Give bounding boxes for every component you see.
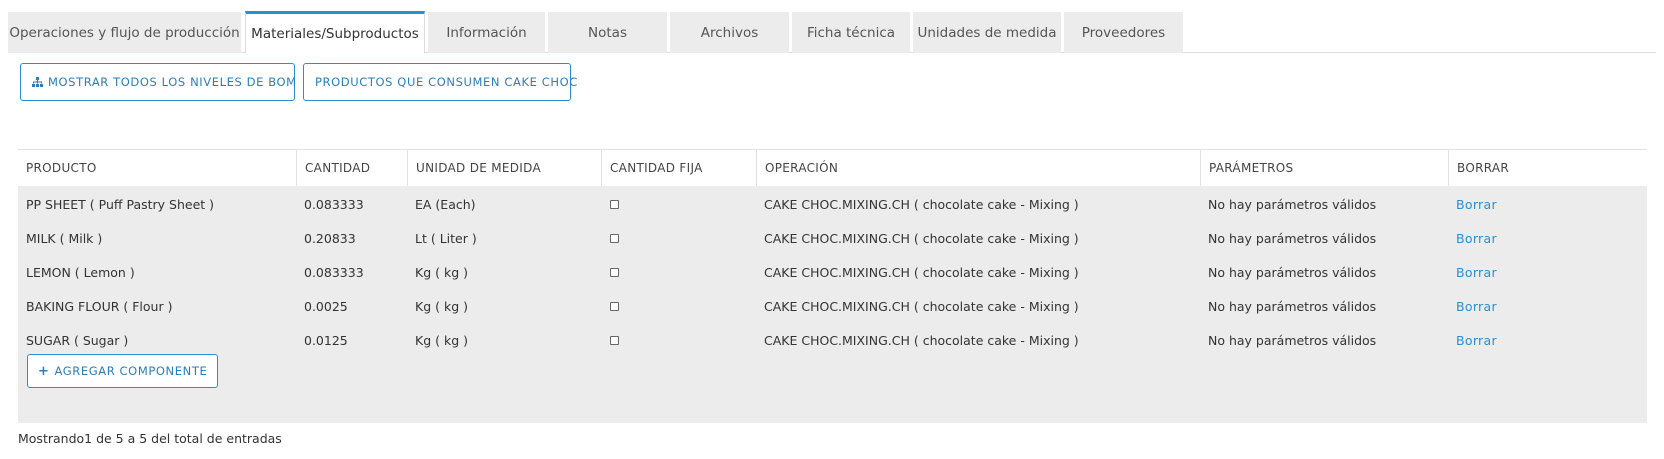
unidad-cell: EA (Each) bbox=[415, 196, 476, 212]
column-header-producto[interactable]: PRODUCTO bbox=[18, 150, 296, 186]
table-row: MILK ( Milk ) 0.20833 Lt ( Liter ) CAKE … bbox=[18, 220, 1647, 256]
add-component-button[interactable]: + AGREGAR COMPONENTE bbox=[27, 354, 219, 388]
tab-informacion[interactable]: Información bbox=[428, 12, 545, 53]
unidad-cell: Kg ( kg ) bbox=[415, 264, 468, 280]
unidad-cell: Kg ( kg ) bbox=[415, 298, 468, 314]
table-row: PP SHEET ( Puff Pastry Sheet ) 0.083333 … bbox=[18, 186, 1647, 222]
unidad-cell: Kg ( kg ) bbox=[415, 332, 468, 348]
consuming-products-button[interactable]: PRODUCTOS QUE CONSUMEN CAKE CHOC bbox=[303, 63, 577, 101]
tab-notas[interactable]: Notas bbox=[548, 12, 667, 53]
column-header-cantidad[interactable]: CANTIDAD bbox=[296, 150, 407, 186]
borrar-cell: Borrar bbox=[1448, 186, 1647, 222]
show-bom-levels-button[interactable]: MOSTRAR TODOS LOS NIVELES DE BOM bbox=[20, 63, 297, 101]
borrar-cell: Borrar bbox=[1448, 322, 1647, 358]
cantidad-fija-checkbox[interactable] bbox=[610, 233, 619, 243]
consuming-products-label: PRODUCTOS QUE CONSUMEN CAKE CHOC bbox=[315, 75, 578, 89]
cantidad-fija-checkbox[interactable] bbox=[610, 301, 619, 311]
cantidad-cell: 0.083333 bbox=[304, 264, 364, 280]
tab-materiales[interactable]: Materiales/Subproductos bbox=[245, 11, 425, 54]
cantidad-cell: 0.0125 bbox=[304, 332, 348, 348]
column-header-unidad[interactable]: UNIDAD DE MEDIDA bbox=[407, 150, 601, 186]
cantidad-fija-cell bbox=[601, 220, 756, 256]
table-body: PP SHEET ( Puff Pastry Sheet ) 0.083333 … bbox=[18, 186, 1647, 423]
cantidad-cell: 0.0025 bbox=[304, 298, 348, 314]
unidad-cell: Lt ( Liter ) bbox=[415, 230, 477, 246]
column-header-parametros[interactable]: PARÁMETROS bbox=[1200, 150, 1448, 186]
operacion-cell: CAKE CHOC.MIXING.CH ( chocolate cake - M… bbox=[764, 298, 1079, 314]
tab-operaciones[interactable]: Operaciones y flujo de producción bbox=[8, 12, 241, 53]
borrar-cell: Borrar bbox=[1448, 220, 1647, 256]
cantidad-fija-cell bbox=[601, 322, 756, 358]
show-bom-levels-label: MOSTRAR TODOS LOS NIVELES DE BOM bbox=[48, 75, 297, 89]
cantidad-cell: 0.20833 bbox=[304, 230, 356, 246]
tab-archivos[interactable]: Archivos bbox=[670, 12, 789, 53]
tab-unidades-de-medida[interactable]: Unidades de medida bbox=[913, 12, 1061, 53]
operacion-cell: CAKE CHOC.MIXING.CH ( chocolate cake - M… bbox=[764, 230, 1079, 246]
plus-icon: + bbox=[38, 363, 50, 379]
delete-link[interactable]: Borrar bbox=[1456, 333, 1497, 348]
operacion-cell: CAKE CHOC.MIXING.CH ( chocolate cake - M… bbox=[764, 332, 1079, 348]
operacion-cell: CAKE CHOC.MIXING.CH ( chocolate cake - M… bbox=[764, 196, 1079, 212]
components-table: PRODUCTO CANTIDAD UNIDAD DE MEDIDA CANTI… bbox=[18, 149, 1647, 423]
cantidad-fija-cell bbox=[601, 254, 756, 290]
delete-link[interactable]: Borrar bbox=[1456, 265, 1497, 280]
producto-cell: SUGAR ( Sugar ) bbox=[26, 332, 129, 348]
producto-cell: PP SHEET ( Puff Pastry Sheet ) bbox=[26, 196, 215, 212]
column-header-operacion[interactable]: OPERACIÓN bbox=[756, 150, 1200, 186]
table-info: Mostrando1 de 5 a 5 del total de entrada… bbox=[18, 431, 282, 446]
producto-cell: LEMON ( Lemon ) bbox=[26, 264, 135, 280]
parametros-cell: No hay parámetros válidos bbox=[1208, 332, 1377, 348]
parametros-cell: No hay parámetros válidos bbox=[1208, 196, 1377, 212]
table-row: LEMON ( Lemon ) 0.083333 Kg ( kg ) CAKE … bbox=[18, 254, 1647, 290]
column-header-borrar: BORRAR bbox=[1448, 150, 1647, 186]
producto-cell: MILK ( Milk ) bbox=[26, 230, 103, 246]
table-header: PRODUCTO CANTIDAD UNIDAD DE MEDIDA CANTI… bbox=[18, 149, 1647, 186]
parametros-cell: No hay parámetros válidos bbox=[1208, 230, 1377, 246]
cantidad-fija-checkbox[interactable] bbox=[610, 199, 619, 209]
tab-bar: Operaciones y flujo de producción Materi… bbox=[8, 11, 1656, 54]
parametros-cell: No hay parámetros válidos bbox=[1208, 264, 1377, 280]
table-row: BAKING FLOUR ( Flour ) 0.0025 Kg ( kg ) … bbox=[18, 288, 1647, 324]
cantidad-fija-cell bbox=[601, 186, 756, 222]
sitemap-icon bbox=[32, 77, 43, 87]
delete-link[interactable]: Borrar bbox=[1456, 299, 1497, 314]
operacion-cell: CAKE CHOC.MIXING.CH ( chocolate cake - M… bbox=[764, 264, 1079, 280]
tab-proveedores[interactable]: Proveedores bbox=[1064, 12, 1183, 53]
cantidad-cell: 0.083333 bbox=[304, 196, 364, 212]
borrar-cell: Borrar bbox=[1448, 288, 1647, 324]
cantidad-fija-checkbox[interactable] bbox=[610, 335, 619, 345]
borrar-cell: Borrar bbox=[1448, 254, 1647, 290]
delete-link[interactable]: Borrar bbox=[1456, 197, 1497, 212]
table-row: SUGAR ( Sugar ) 0.0125 Kg ( kg ) CAKE CH… bbox=[18, 322, 1647, 358]
producto-cell: BAKING FLOUR ( Flour ) bbox=[26, 298, 173, 314]
column-header-cantidad-fija[interactable]: CANTIDAD FIJA bbox=[601, 150, 756, 186]
delete-link[interactable]: Borrar bbox=[1456, 231, 1497, 246]
parametros-cell: No hay parámetros válidos bbox=[1208, 298, 1377, 314]
add-component-label: AGREGAR COMPONENTE bbox=[54, 364, 208, 378]
cantidad-fija-cell bbox=[601, 288, 756, 324]
cantidad-fija-checkbox[interactable] bbox=[610, 267, 619, 277]
tab-ficha-tecnica[interactable]: Ficha técnica bbox=[792, 12, 910, 53]
